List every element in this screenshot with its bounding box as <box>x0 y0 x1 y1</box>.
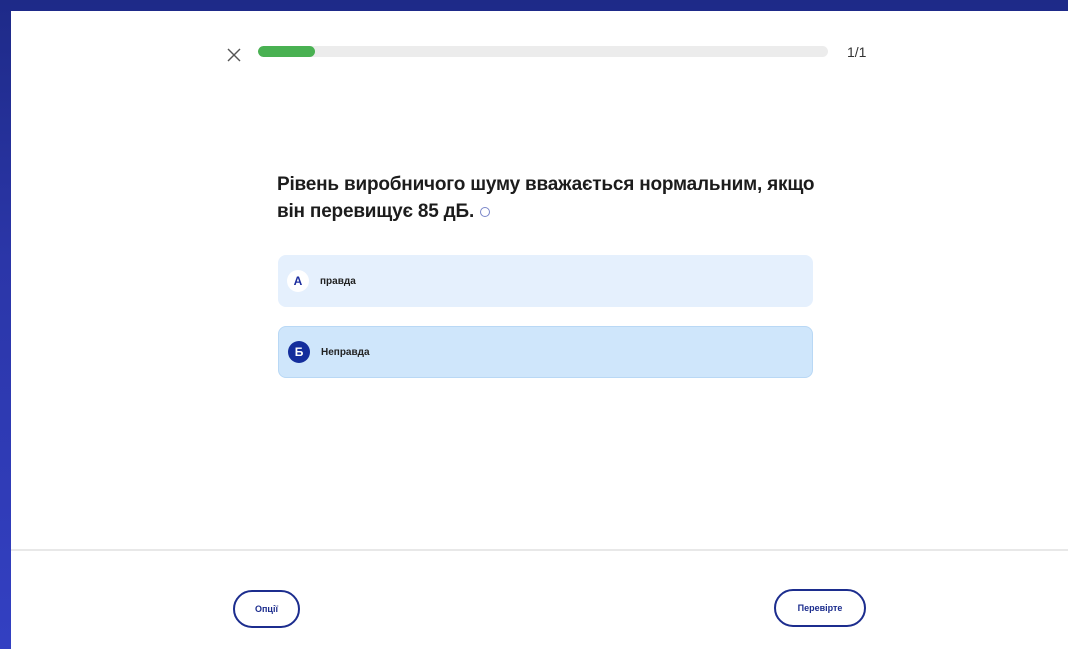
progress-bar <box>258 46 828 57</box>
question-label: Рівень виробничого шуму вважається норма… <box>277 174 815 222</box>
check-button[interactable]: Перевірте <box>774 589 866 627</box>
options-button[interactable]: Опції <box>233 590 300 628</box>
option-label: Неправда <box>321 346 370 358</box>
progress-bar-fill <box>258 46 315 57</box>
close-button[interactable] <box>216 37 252 73</box>
progress-counter: 1/1 <box>847 44 867 60</box>
quiz-panel: 1/1 Рівень виробничого шуму вважається н… <box>11 11 1068 649</box>
option-letter-badge: А <box>287 270 309 292</box>
hint-icon[interactable] <box>480 206 491 217</box>
footer-divider <box>11 549 1068 551</box>
option-letter-badge: Б <box>288 341 310 363</box>
answer-option-a[interactable]: А правда <box>278 255 813 307</box>
close-icon <box>227 48 241 62</box>
answer-option-b[interactable]: Б Неправда <box>278 326 813 378</box>
question-text: Рівень виробничого шуму вважається норма… <box>277 171 817 225</box>
option-label: правда <box>320 275 356 287</box>
